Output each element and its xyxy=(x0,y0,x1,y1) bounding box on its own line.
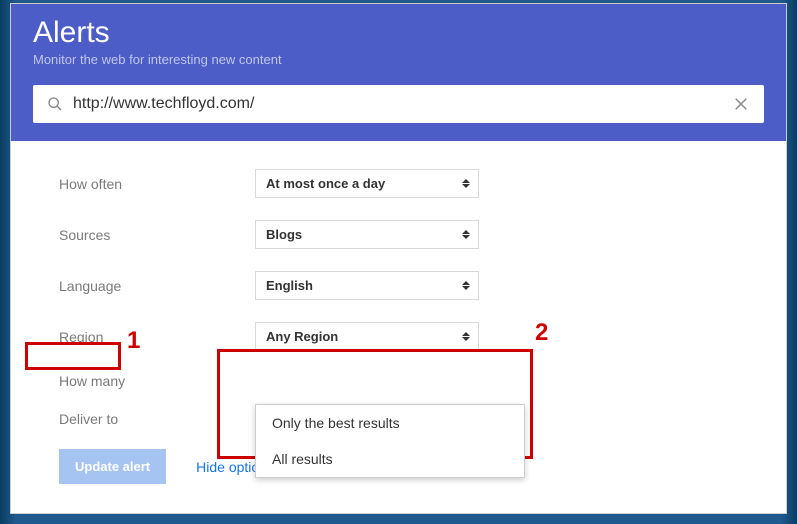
alerts-container: Alerts Monitor the web for interesting n… xyxy=(10,3,787,514)
select-how-often[interactable]: At most once a day xyxy=(255,169,479,198)
updown-icon xyxy=(462,281,470,290)
select-value: English xyxy=(266,278,313,293)
label-how-many: How many xyxy=(59,373,255,389)
search-input[interactable] xyxy=(73,95,732,113)
form-area: How often At most once a day Sources Blo… xyxy=(11,141,786,513)
row-region: Region Any Region xyxy=(59,322,738,351)
row-language: Language English xyxy=(59,271,738,300)
select-value: Blogs xyxy=(266,227,302,242)
dropdown-option-all[interactable]: All results xyxy=(256,441,524,477)
select-language[interactable]: English xyxy=(255,271,479,300)
search-box[interactable] xyxy=(33,85,764,123)
row-sources: Sources Blogs xyxy=(59,220,738,249)
label-sources: Sources xyxy=(59,227,255,243)
label-deliver-to: Deliver to xyxy=(59,411,255,427)
page-title: Alerts xyxy=(33,16,764,50)
search-icon xyxy=(47,96,63,112)
updown-icon xyxy=(462,332,470,341)
label-language: Language xyxy=(59,278,255,294)
header: Alerts Monitor the web for interesting n… xyxy=(11,4,786,141)
select-value: Any Region xyxy=(266,329,338,344)
label-how-often: How often xyxy=(59,176,255,192)
label-region: Region xyxy=(59,329,255,345)
page-subtitle: Monitor the web for interesting new cont… xyxy=(33,52,764,67)
how-many-dropdown: Only the best results All results xyxy=(255,404,525,478)
row-how-often: How often At most once a day xyxy=(59,169,738,198)
select-sources[interactable]: Blogs xyxy=(255,220,479,249)
select-value: At most once a day xyxy=(266,176,385,191)
updown-icon xyxy=(462,230,470,239)
close-icon[interactable] xyxy=(732,95,750,113)
row-how-many: How many xyxy=(59,373,738,389)
select-region[interactable]: Any Region xyxy=(255,322,479,351)
update-alert-button[interactable]: Update alert xyxy=(59,449,166,484)
updown-icon xyxy=(462,179,470,188)
dropdown-option-best[interactable]: Only the best results xyxy=(256,405,524,441)
